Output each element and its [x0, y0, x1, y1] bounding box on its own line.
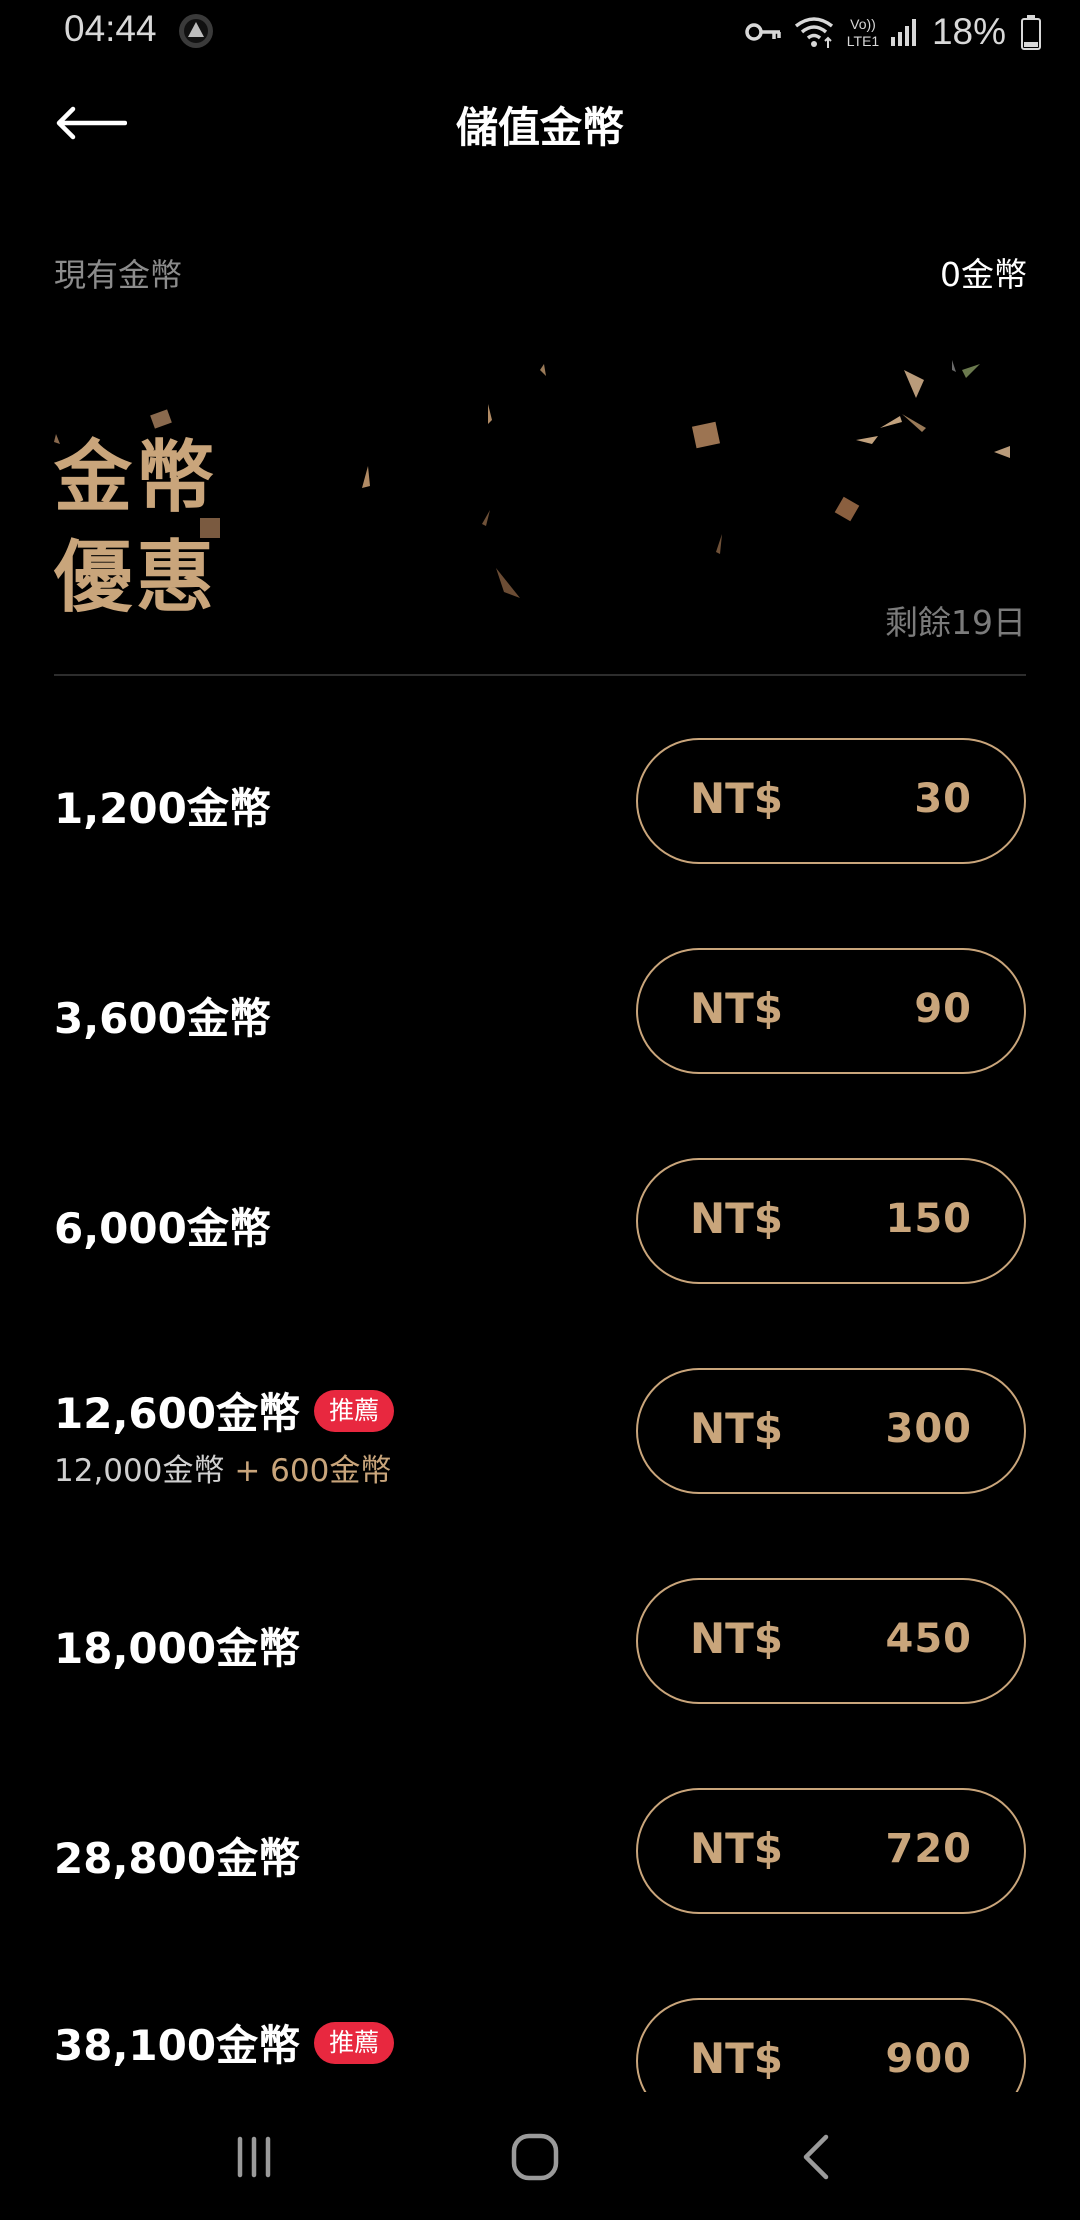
app-notification-icon: [179, 14, 213, 48]
package-coins: 38,100金幣: [54, 2021, 301, 2070]
package-info: 18,000金幣: [54, 1540, 300, 1750]
key-icon: [745, 23, 781, 41]
home-button[interactable]: [475, 2122, 595, 2192]
package-main: 3,600金幣: [54, 985, 271, 1046]
package-main: 38,100金幣 推薦: [54, 2012, 395, 2073]
package-info: 28,800金幣: [54, 1750, 300, 1960]
price-currency: NT$: [690, 984, 784, 1033]
package-info: 12,600金幣 推薦 12,000金幣 + 600金幣: [54, 1330, 395, 1540]
package-main: 18,000金幣: [54, 1615, 300, 1676]
price-button[interactable]: NT$ 450: [636, 1578, 1026, 1704]
package-info: 3,600金幣: [54, 910, 271, 1120]
price-currency: NT$: [690, 2034, 784, 2083]
price-currency: NT$: [690, 1194, 784, 1243]
package-main: 28,800金幣: [54, 1825, 300, 1886]
package-coins: 28,800金幣: [54, 1833, 301, 1883]
wifi-icon: [794, 17, 834, 48]
price-currency: NT$: [690, 1824, 784, 1873]
package-row: 38,100金幣 推薦 NT$ 900: [54, 1960, 1026, 2092]
balance-value: 0金幣: [940, 255, 1027, 294]
price-amount: 150: [885, 1196, 972, 1242]
price-amount: 30: [914, 776, 972, 822]
recommend-badge: 推薦: [314, 2021, 395, 2064]
promo-banner: 金幣 優惠 剩餘19日: [0, 340, 1080, 670]
recent-apps-button[interactable]: [194, 2122, 314, 2192]
package-row: 28,800金幣 NT$ 720: [54, 1750, 1026, 1960]
volte-icon: Vo)) LTE1: [847, 16, 880, 49]
recommend-badge: 推薦: [314, 1389, 395, 1432]
promo-title: 金幣 優惠: [54, 428, 218, 628]
volte-label-bottom: LTE1: [847, 33, 880, 49]
system-nav-bar: [0, 2092, 1080, 2220]
package-coins: 12,600金幣: [54, 1389, 301, 1438]
balance-label: 現有金幣: [54, 256, 183, 294]
app-header: 儲值金幣: [0, 80, 1080, 168]
recent-apps-icon: [237, 2136, 271, 2178]
package-breakdown: 12,000金幣 + 600金幣: [54, 1445, 394, 1490]
package-base-coins: 12,000金幣: [54, 1453, 225, 1489]
price-amount: 300: [885, 1406, 972, 1452]
package-row: 6,000金幣 NT$ 150: [54, 1120, 1026, 1330]
package-coins: 1,200金幣: [54, 783, 271, 833]
package-info: 6,000金幣: [54, 1120, 271, 1330]
package-main: 1,200金幣: [54, 775, 271, 836]
package-row: 18,000金幣 NT$ 450: [54, 1540, 1026, 1750]
package-bonus-coins: + 600金幣: [224, 1453, 392, 1489]
price-currency: NT$: [690, 1404, 784, 1453]
price-button[interactable]: NT$ 90: [636, 948, 1026, 1074]
price-button[interactable]: NT$ 300: [636, 1368, 1026, 1494]
battery-percent: 18%: [931, 11, 1006, 52]
divider: [54, 674, 1026, 676]
promo-title-line2: 優惠: [54, 533, 219, 623]
package-row: 1,200金幣 NT$ 30: [54, 700, 1026, 910]
package-main: 12,600金幣 推薦: [54, 1380, 395, 1441]
package-info: 1,200金幣: [54, 700, 271, 910]
volte-label-top: Vo)): [850, 16, 876, 32]
package-main: 6,000金幣: [54, 1195, 271, 1256]
package-row: 3,600金幣 NT$ 90: [54, 910, 1026, 1120]
price-button[interactable]: NT$ 30: [636, 738, 1026, 864]
status-time: 04:44: [64, 8, 157, 49]
price-button[interactable]: NT$ 150: [636, 1158, 1026, 1284]
price-currency: NT$: [690, 1614, 784, 1663]
status-bar: 04:44 Vo)) LTE1 18%: [0, 0, 1080, 64]
promo-title-line1: 金幣: [54, 433, 219, 523]
price-amount: 90: [914, 986, 972, 1032]
signal-icon: [890, 19, 916, 46]
price-currency: NT$: [690, 774, 784, 823]
package-coins: 3,600金幣: [54, 993, 271, 1043]
package-info: 38,100金幣 推薦: [54, 1960, 395, 2092]
promo-remaining-days: 剩餘19日: [885, 603, 1026, 642]
price-amount: 900: [885, 2036, 972, 2082]
package-coins: 6,000金幣: [54, 1203, 271, 1253]
package-row: 12,600金幣 推薦 12,000金幣 + 600金幣 NT$ 300: [54, 1330, 1026, 1540]
page-title: 儲值金幣: [455, 103, 624, 152]
price-button[interactable]: NT$ 900: [636, 1998, 1026, 2092]
status-icons: Vo)) LTE1 18%: [744, 10, 1042, 54]
price-button[interactable]: NT$ 720: [636, 1788, 1026, 1914]
package-coins: 18,000金幣: [54, 1623, 301, 1673]
price-amount: 720: [885, 1826, 972, 1872]
home-icon: [511, 2133, 559, 2181]
package-list[interactable]: 1,200金幣 NT$ 30 3,600金幣 NT$ 90 6,000金幣 NT…: [0, 700, 1080, 2092]
battery-icon: [1021, 15, 1041, 50]
nav-back-button[interactable]: [756, 2122, 876, 2192]
back-icon: [803, 2134, 829, 2180]
price-amount: 450: [885, 1616, 972, 1662]
